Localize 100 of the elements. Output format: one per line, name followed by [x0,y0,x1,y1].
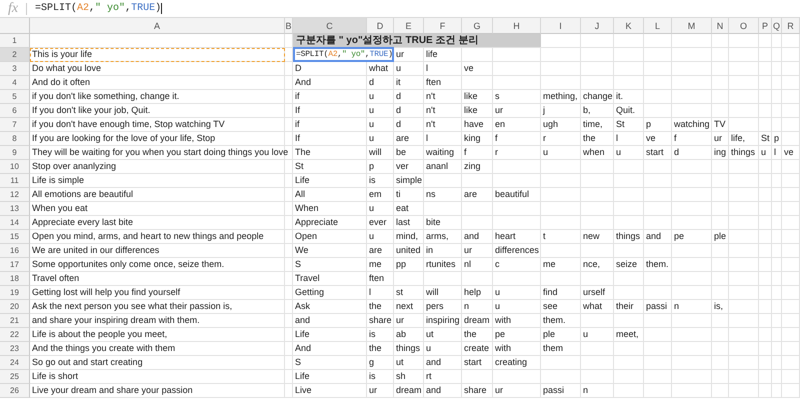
table-cell-text: St [615,118,626,131]
column-header[interactable]: H [493,18,541,34]
row-header[interactable]: 7 [0,118,30,132]
column-header[interactable]: I [541,18,581,34]
row-header[interactable]: 14 [0,216,30,230]
table-cell-text: is [368,370,376,383]
table-cell-text: beautiful [494,188,530,201]
table-cell-text: creating [494,356,528,369]
table-cell-text: f [463,146,468,159]
table-cell-text: pe [673,230,686,243]
table-cell-text: Ask [294,300,312,313]
table-cell-text: St [294,160,305,173]
column-header[interactable]: C [293,18,367,34]
row-header[interactable]: 26 [0,384,30,398]
row-header[interactable]: 2 [0,48,30,62]
row-header[interactable]: 8 [0,132,30,146]
table-cell-text: And [294,76,312,89]
table-cell-text: with [494,314,512,327]
column-header[interactable]: N [712,18,729,34]
row-header[interactable]: 12 [0,188,30,202]
table-cell-text: u [494,286,502,299]
table-cell-text: u [425,342,432,355]
table-cell-text: d [395,118,402,131]
table-cell-text: n [582,384,590,397]
table-cell-text: Getting lost will help you find yourself [31,286,182,299]
table-cell-text: meet, [615,328,640,341]
table-cell-text: Do what you love [31,62,102,75]
column-header[interactable]: J [581,18,614,34]
table-cell-text: ften [425,76,442,89]
sheet-corner[interactable] [0,18,30,34]
table-cell-text: If you are looking for the love of your life, Stop [31,132,216,145]
table-cell-text: will [368,146,382,159]
cell-editor[interactable]: =SPLIT(A2," yo",TRUE) [293,47,394,62]
column-header[interactable]: F [424,18,462,34]
table-cell-text: and [425,384,442,397]
table-cell-text: heart [494,230,517,243]
table-cell-text: ve [463,62,475,75]
table-cell-text: u [368,118,376,131]
column-header[interactable]: G [462,18,493,34]
table-cell-text: are [395,132,410,145]
table-cell-text: p [773,132,780,145]
table-cell-text: things [615,230,642,243]
row-header[interactable]: 23 [0,342,30,356]
row-header[interactable]: 16 [0,244,30,258]
row-header[interactable]: 1 [0,34,30,48]
table-cell-text: When [294,202,320,215]
table-cell-text: n [463,300,470,313]
row-header[interactable]: 11 [0,174,30,188]
column-header[interactable]: E [394,18,424,34]
table-cell-text: ur [368,384,378,397]
column-header[interactable]: P [759,18,772,34]
table-cell-text: Travel often [31,272,80,285]
column-header[interactable]: L [644,18,672,34]
column-header[interactable]: M [672,18,712,34]
table-cell-text: ever [368,216,388,229]
table-cell-text: what [582,300,604,313]
row-header[interactable]: 22 [0,328,30,342]
column-header[interactable]: B [285,18,293,34]
row-header[interactable]: 4 [0,76,30,90]
formula-input[interactable]: =SPLIT(A2," yo",TRUE) [35,3,162,14]
row-header[interactable]: 15 [0,230,30,244]
column-header[interactable]: D [367,18,394,34]
table-cell-text: start [645,146,665,159]
column-header[interactable]: K [614,18,644,34]
row-header[interactable]: 19 [0,286,30,300]
row-header[interactable]: 17 [0,258,30,272]
table-cell-text: TV [713,118,727,131]
row-header[interactable]: 18 [0,272,30,286]
row-header[interactable]: 6 [0,104,30,118]
table-cell-text: and [463,230,480,243]
row-header[interactable]: 10 [0,160,30,174]
row-header[interactable]: 9 [0,146,30,160]
table-cell-text: ut [425,328,435,341]
table-cell-text: next [395,300,414,313]
table-cell-text: ve [783,146,795,159]
row-header[interactable]: 20 [0,300,30,314]
table-cell-text: simple [395,174,424,187]
table-cell-text: If [294,104,302,117]
table-cell-text: the [368,342,383,355]
table-cell-text: is, [713,300,724,313]
table-cell-text: if you don't have enough time, Stop watching TV [31,118,226,131]
table-cell-text: Some opportunites only come once, seize them. [31,258,226,271]
column-header[interactable]: Q [772,18,782,34]
row-header[interactable]: 25 [0,370,30,384]
row-header[interactable]: 5 [0,90,30,104]
table-cell-text: ugh [542,118,560,131]
table-cell-text: if [294,118,300,131]
table-cell-text: zing [463,160,482,173]
table-cell-text: rt [425,370,432,383]
row-header[interactable]: 24 [0,356,30,370]
row-header[interactable]: 3 [0,62,30,76]
table-cell-text: share [368,314,393,327]
column-header[interactable]: A [30,18,285,34]
table-cell-text: eat [395,202,410,215]
table-cell-text: watching [673,118,711,131]
column-header[interactable]: O [729,18,759,34]
column-header[interactable]: R [782,18,800,34]
row-header[interactable]: 13 [0,202,30,216]
table-cell-text: ple [713,230,728,243]
row-header[interactable]: 21 [0,314,30,328]
